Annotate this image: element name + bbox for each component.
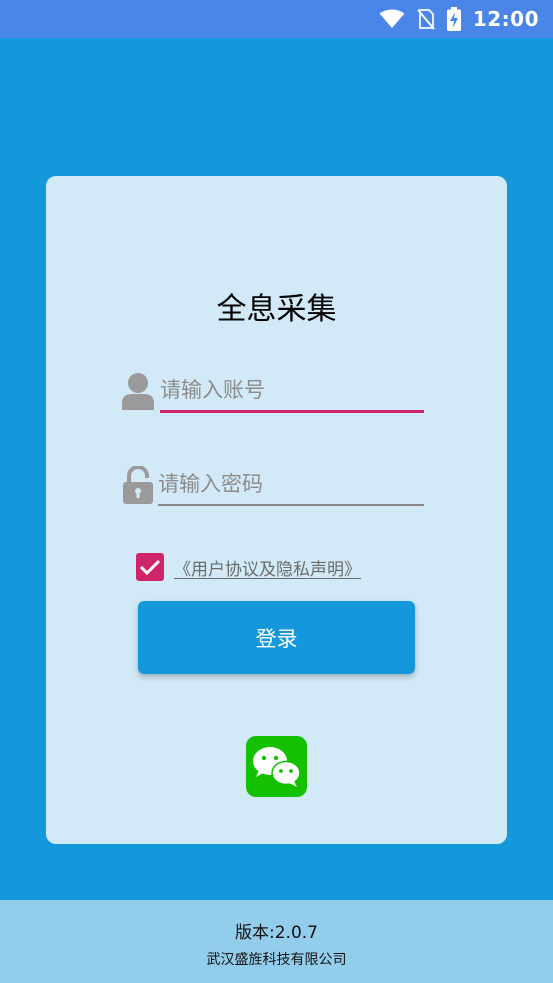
password-underline bbox=[158, 504, 424, 506]
account-input[interactable] bbox=[160, 370, 424, 410]
version-label: 版本:2.0.7 bbox=[235, 923, 318, 943]
agree-checkbox[interactable] bbox=[136, 553, 164, 581]
user-icon bbox=[120, 370, 156, 412]
checkmark-icon bbox=[139, 559, 161, 576]
agreement-link[interactable]: 《用户协议及隐私声明》 bbox=[174, 555, 361, 580]
login-button[interactable]: 登录 bbox=[138, 601, 415, 674]
footer: 版本:2.0.7 武汉盛旌科技有限公司 bbox=[0, 900, 553, 983]
battery-charging-icon bbox=[446, 7, 461, 31]
wechat-login-button[interactable] bbox=[246, 736, 307, 797]
password-input[interactable] bbox=[158, 464, 424, 504]
status-time: 12:00 bbox=[472, 7, 539, 31]
wifi-icon bbox=[379, 9, 405, 29]
login-card: 全息采集 请输入账号 《用户协议及隐私声明》 登录 bbox=[46, 176, 507, 844]
company-label: 武汉盛旌科技有限公司 bbox=[206, 952, 347, 968]
page-title: 全息采集 bbox=[216, 292, 337, 327]
account-field-group bbox=[120, 370, 424, 414]
account-underline bbox=[160, 410, 424, 413]
wechat-icon bbox=[252, 746, 301, 787]
login-screen: 全息采集 请输入账号 《用户协议及隐私声明》 登录 bbox=[0, 38, 553, 900]
status-bar: 12:00 bbox=[0, 0, 553, 38]
lock-icon bbox=[120, 464, 156, 506]
no-sim-icon bbox=[417, 8, 435, 30]
agreement-row: 《用户协议及隐私声明》 bbox=[136, 552, 361, 582]
password-field-group bbox=[120, 464, 424, 508]
